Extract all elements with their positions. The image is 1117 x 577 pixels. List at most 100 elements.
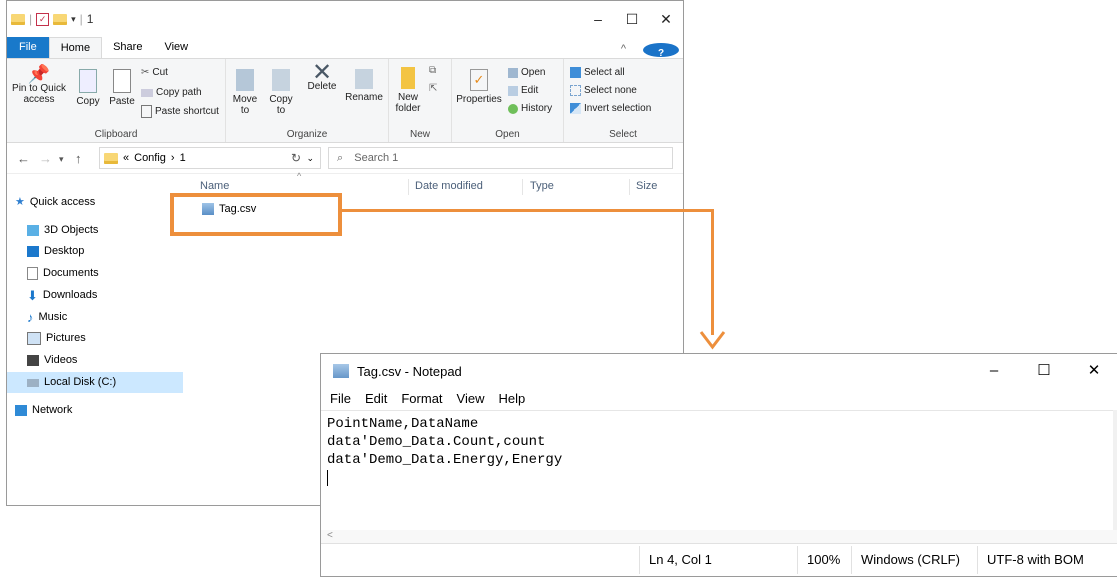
tab-share[interactable]: Share (102, 37, 153, 58)
text-editor[interactable]: PointName,DataName data'Demo_Data.Count,… (321, 410, 1117, 540)
status-divider (851, 546, 852, 574)
select-none-button[interactable]: Select none (570, 85, 637, 96)
close-button[interactable]: ✕ (1069, 354, 1117, 388)
collapse-ribbon-icon[interactable]: ^ (610, 39, 637, 60)
column-header-date[interactable]: Date modified (415, 180, 483, 192)
forward-arrow-icon[interactable]: → (39, 151, 52, 166)
easy-access-icon[interactable]: ⇱ (429, 83, 437, 94)
nav-item-downloads[interactable]: ⬇ Downloads (7, 285, 203, 306)
help-icon[interactable]: ? (643, 42, 679, 59)
pin-to-quick-access-button[interactable]: 📌 Pin to Quick access (9, 65, 69, 105)
select-all-icon (570, 67, 581, 78)
column-divider[interactable] (408, 179, 409, 195)
paste-shortcut-icon (141, 105, 152, 118)
column-header-size[interactable]: Size (636, 180, 657, 192)
arrow-connector-vertical (711, 209, 714, 335)
menu-format[interactable]: Format (401, 388, 442, 410)
cut-button[interactable]: ✂ Cut (141, 67, 168, 78)
copy-button[interactable]: Copy (73, 69, 103, 107)
arrow-head-icon (699, 331, 726, 350)
tab-home[interactable]: Home (48, 37, 103, 58)
new-item-icon[interactable]: ⧉ (429, 65, 436, 76)
minimize-button[interactable]: – (581, 1, 615, 37)
column-header-name[interactable]: Name (200, 180, 229, 192)
maximize-button[interactable]: ☐ (615, 1, 649, 37)
text-line: PointName,DataName (327, 416, 479, 432)
scroll-left-icon[interactable]: < (327, 530, 333, 541)
rename-button[interactable]: Rename (344, 69, 384, 103)
paste-shortcut-button[interactable]: Paste shortcut (141, 105, 219, 118)
nav-item-videos[interactable]: Videos (7, 350, 203, 371)
select-group: Select all Select none Invert selection … (564, 59, 682, 142)
disk-icon (27, 378, 39, 387)
nav-item-documents[interactable]: Documents (7, 263, 203, 284)
nav-item-local-disk[interactable]: Local Disk (C:) (7, 372, 183, 393)
properties-button[interactable]: ✓ Properties (454, 69, 504, 105)
invert-selection-icon (570, 103, 581, 114)
column-header-type[interactable]: Type (530, 180, 554, 192)
customize-toolbar-icon[interactable]: ▾ (71, 14, 76, 25)
star-icon: ★ (15, 196, 25, 208)
column-divider[interactable] (629, 179, 630, 195)
copy-icon (79, 69, 97, 93)
group-label: New (409, 129, 430, 140)
folder-icon (104, 152, 118, 164)
paste-icon (113, 69, 131, 93)
separator: | (29, 12, 33, 26)
text-line: data'Demo_Data.Energy,Energy (327, 452, 563, 468)
horizontal-scrollbar[interactable]: < (321, 530, 1117, 544)
desktop-icon (27, 246, 39, 257)
new-folder-icon[interactable] (53, 13, 68, 25)
maximize-button[interactable]: ☐ (1019, 354, 1069, 388)
status-divider (797, 546, 798, 574)
nav-item-network[interactable]: Network (7, 400, 191, 421)
copy-to-button[interactable]: Copy to (266, 69, 296, 116)
address-dropdown-icon[interactable]: ⌄ (306, 153, 314, 164)
invert-selection-button[interactable]: Invert selection (570, 103, 651, 114)
breadcrumb-overflow[interactable]: « (123, 152, 129, 164)
refresh-icon[interactable]: ↻ (291, 151, 301, 165)
nav-item-desktop[interactable]: Desktop (7, 241, 203, 262)
copy-path-icon (141, 88, 153, 97)
minimize-button[interactable]: – (969, 354, 1019, 388)
folder-icon (11, 13, 25, 25)
history-button[interactable]: History (508, 103, 552, 114)
copy-path-button[interactable]: Copy path (141, 87, 202, 98)
nav-item-quick-access[interactable]: ★ Quick access (7, 192, 191, 213)
properties-icon: ✓ (470, 69, 488, 91)
new-folder-button[interactable]: New folder (393, 67, 423, 114)
menu-edit[interactable]: Edit (365, 388, 387, 410)
menu-file[interactable]: File (330, 388, 351, 410)
group-label: Clipboard (94, 129, 138, 140)
nav-item-pictures[interactable]: Pictures (7, 328, 203, 349)
tab-file[interactable]: File (7, 37, 49, 58)
tab-view[interactable]: View (153, 37, 199, 58)
breadcrumb-config[interactable]: Config (134, 152, 166, 164)
address-input[interactable]: « Config › 1 ⌄ (99, 147, 321, 169)
paste-button[interactable]: Paste (107, 69, 137, 107)
select-all-button[interactable]: Select all (570, 67, 625, 78)
menu-view[interactable]: View (457, 388, 485, 410)
breadcrumb-current[interactable]: 1 (180, 152, 186, 164)
up-arrow-icon[interactable]: ↑ (75, 151, 82, 166)
close-button[interactable]: ✕ (649, 1, 683, 37)
encoding: UTF-8 with BOM (987, 552, 1084, 567)
menu-bar: File Edit Format View Help (321, 388, 1117, 410)
explorer-titlebar: | ✓ ▾ | 1 – ☐ ✕ (7, 1, 683, 37)
search-input[interactable]: ⌕ Search 1 (328, 147, 673, 169)
properties-check-icon[interactable]: ✓ (36, 12, 50, 26)
menu-help[interactable]: Help (498, 388, 525, 410)
move-to-button[interactable]: Move to (230, 69, 260, 116)
zoom-level: 100% (807, 552, 841, 567)
delete-button[interactable]: ✕ Delete (304, 61, 340, 93)
open-button[interactable]: Open (508, 67, 545, 78)
nav-item-music[interactable]: ♪ Music (7, 307, 203, 328)
group-label: Open (495, 129, 520, 140)
edit-button[interactable]: Edit (508, 85, 538, 96)
back-arrow-icon[interactable]: ← (17, 151, 30, 166)
recent-locations-icon[interactable]: ▾ (59, 154, 64, 165)
vertical-scrollbar[interactable] (1113, 410, 1117, 540)
quick-access-toolbar: | ✓ ▾ | 1 (11, 12, 93, 26)
new-group: New folder ⧉ ⇱ New (389, 59, 452, 142)
column-divider[interactable] (522, 179, 523, 195)
